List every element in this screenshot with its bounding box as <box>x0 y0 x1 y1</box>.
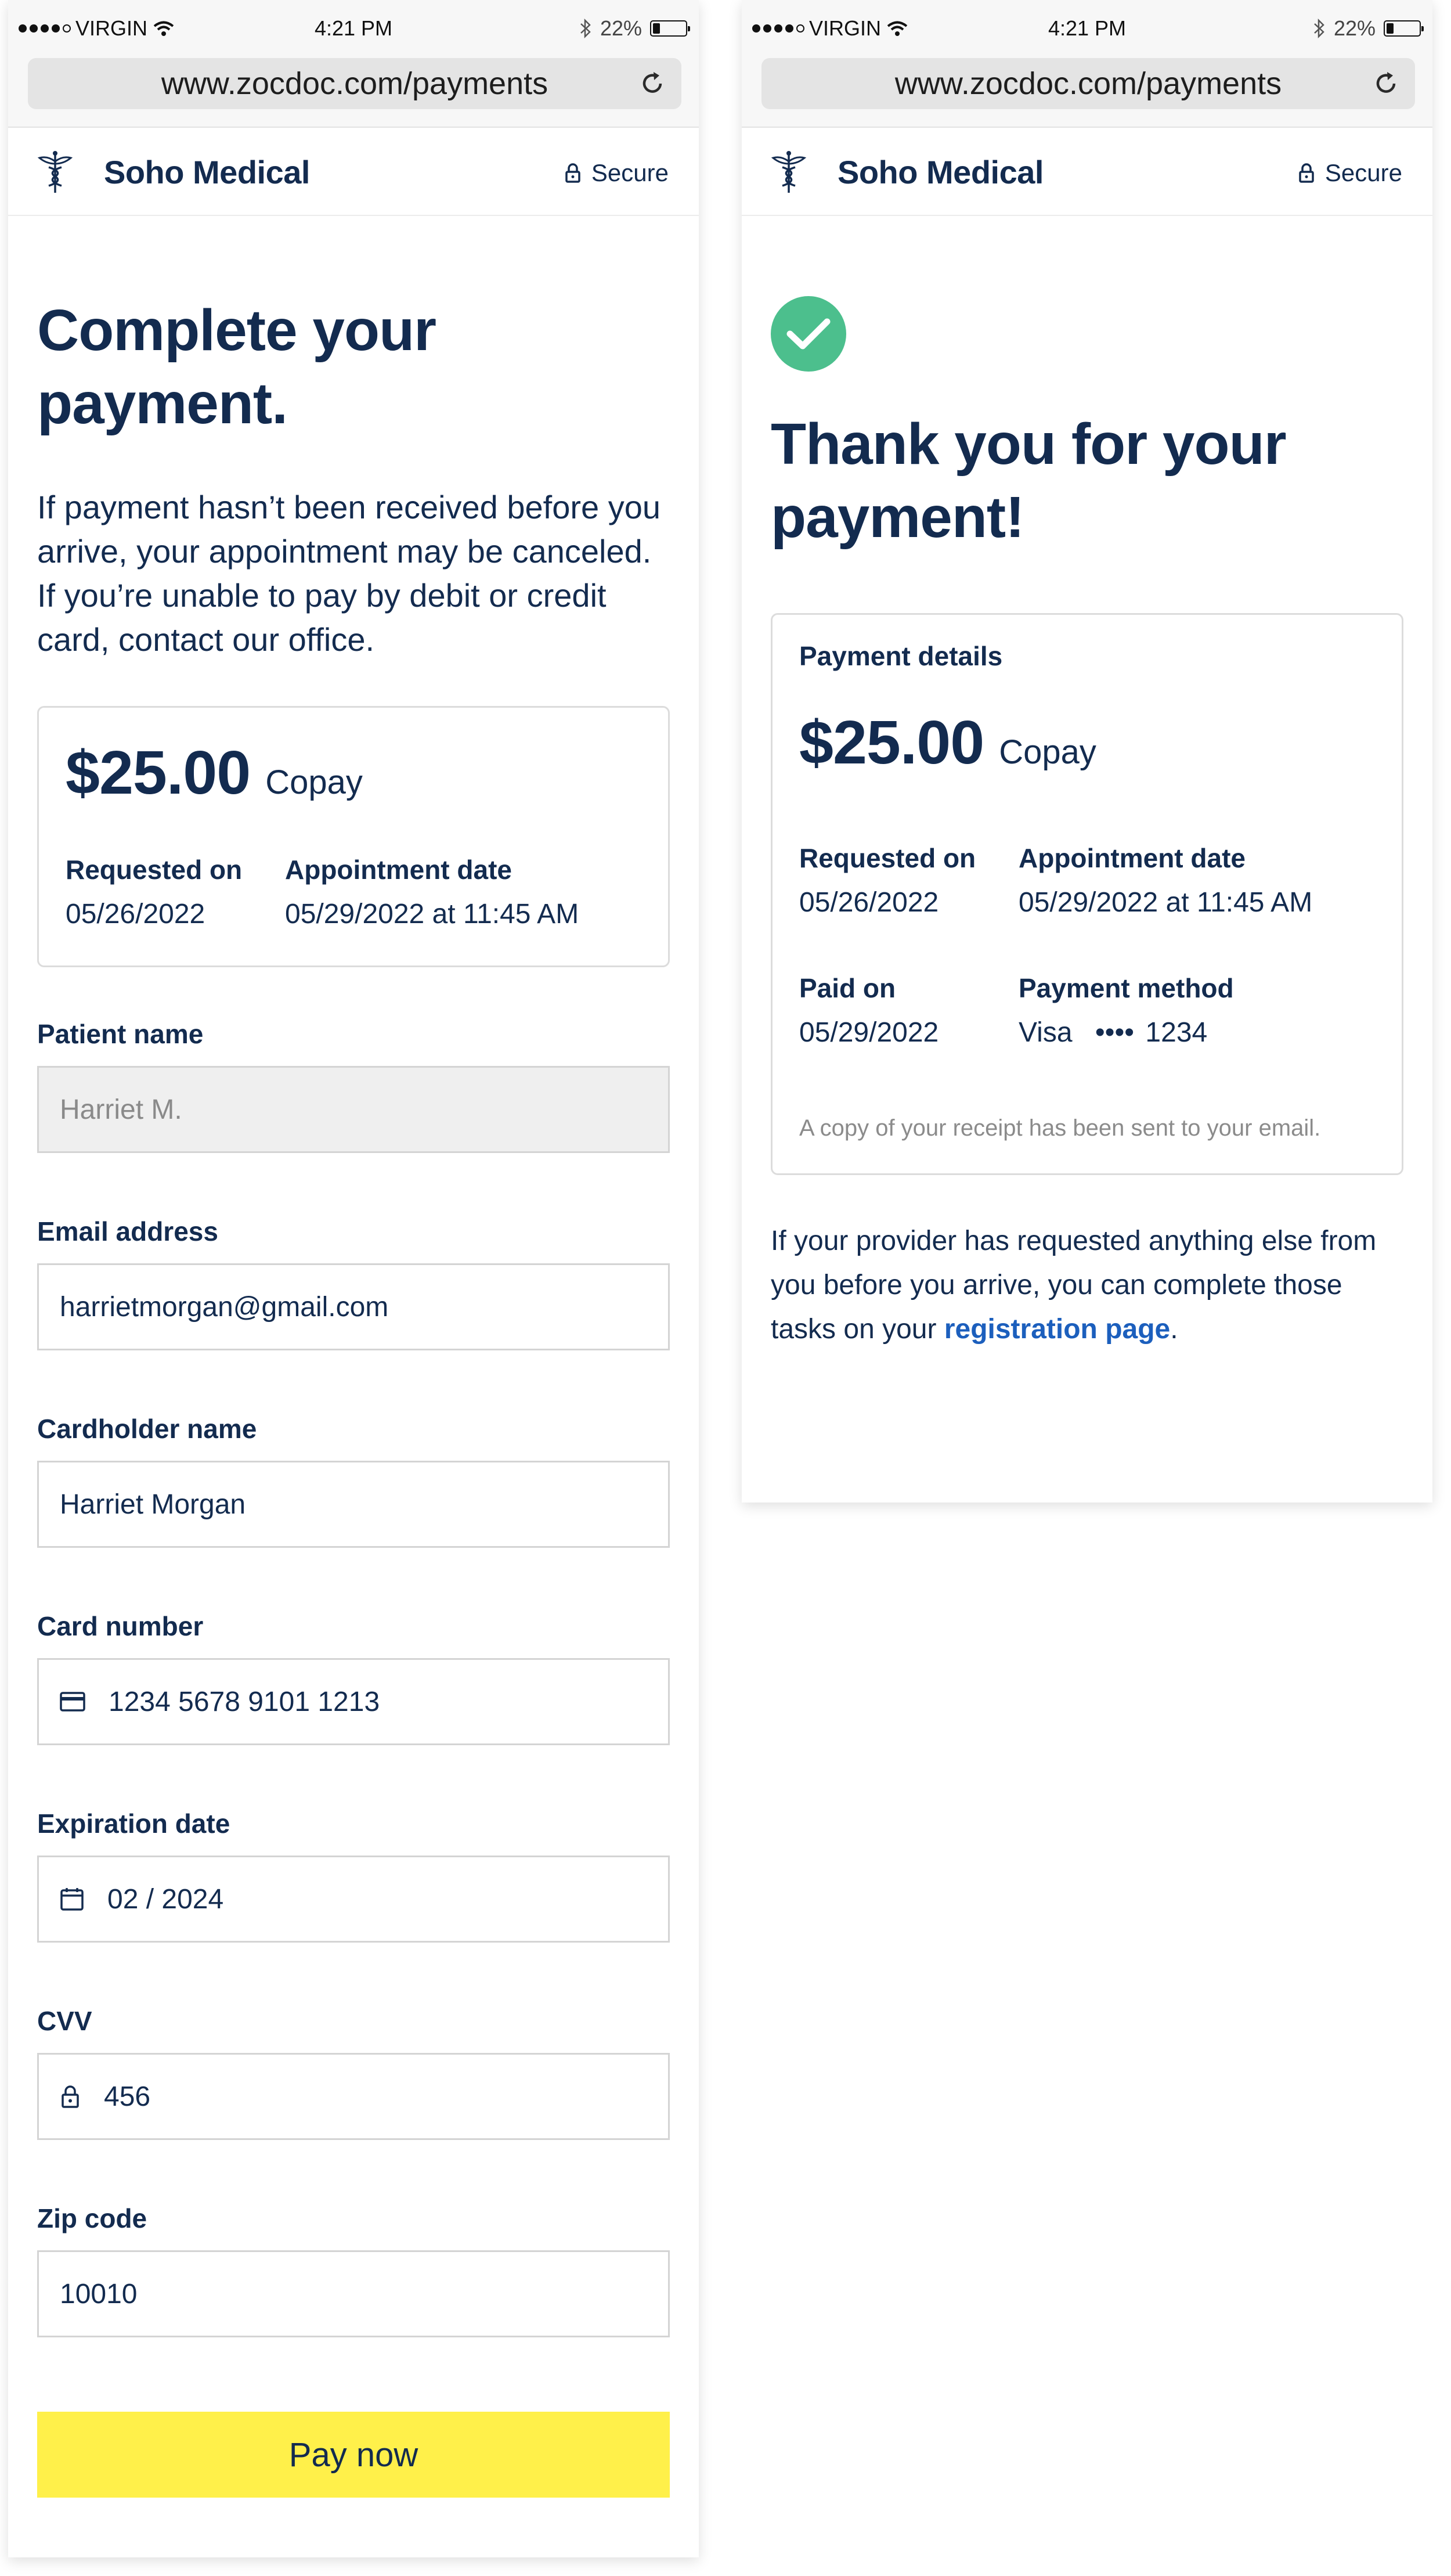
secure-label: Secure <box>1324 159 1402 186</box>
registration-page-link[interactable]: registration page <box>944 1314 1170 1345</box>
card-brand: Visa <box>1019 1017 1073 1048</box>
appointment-date: 05/29/2022 at 11:45 AM <box>285 899 579 929</box>
cvv-value: 456 <box>104 2081 151 2112</box>
requested-label: Requested on <box>799 843 976 873</box>
intro-text: If payment hasn’t been received before y… <box>37 489 661 658</box>
appointment-label: Appointment date <box>285 855 512 885</box>
payment-screen: VIRGIN 4:21 PM 22% www.zocdoc.com/paymen… <box>8 0 699 2557</box>
card-number-field[interactable]: 1234 5678 9101 1213 <box>37 1658 670 1745</box>
patient-name-field: Harriet M. <box>37 1066 670 1153</box>
patient-name-group: Patient name Harriet M. <box>37 1018 670 1153</box>
amount-type: Copay <box>999 733 1096 771</box>
expiration-field[interactable]: 02 / 2024 <box>37 1856 670 1943</box>
expiration-label: Expiration date <box>37 1808 230 1839</box>
lock-icon <box>62 2085 79 2108</box>
email-value: harrietmorgan@gmail.com <box>60 1291 389 1323</box>
patient-name-value: Harriet M. <box>60 1094 182 1125</box>
zip-group: Zip code 10010 <box>37 2203 670 2337</box>
expiration-group: Expiration date 02 / 2024 <box>37 1808 670 1943</box>
brand-name: Soho Medical <box>838 154 1044 190</box>
browser-toolbar: www.zocdoc.com/payments <box>8 58 699 128</box>
secure-label: Secure <box>591 159 669 186</box>
appointment-label: Appointment date <box>1019 843 1246 873</box>
cardholder-label: Cardholder name <box>37 1414 257 1444</box>
pay-now-button[interactable]: Pay now <box>37 2412 670 2498</box>
brand-name: Soho Medical <box>104 154 310 190</box>
requested-date: 05/26/2022 <box>799 887 939 918</box>
app-header: Soho Medical Secure <box>8 128 699 216</box>
cvv-label: CVV <box>37 2006 92 2036</box>
email-label: Email address <box>37 1216 218 1246</box>
success-check-icon <box>771 296 846 372</box>
battery-percent: 22% <box>600 16 642 40</box>
url-bar[interactable]: www.zocdoc.com/payments <box>761 58 1415 109</box>
caduceus-logo-icon <box>37 151 73 193</box>
lock-icon <box>565 163 580 183</box>
battery-icon <box>650 20 690 37</box>
credit-card-icon <box>60 1692 85 1712</box>
amount-paid: $25.00 <box>799 708 984 777</box>
zip-label: Zip code <box>37 2203 147 2233</box>
reload-icon[interactable] <box>638 70 666 98</box>
paid-on-label: Paid on <box>799 973 896 1003</box>
status-bar: VIRGIN 4:21 PM 22% <box>742 0 1432 58</box>
battery-icon <box>1384 20 1424 37</box>
secure-indicator: Secure <box>565 159 669 187</box>
amount-type: Copay <box>265 763 363 801</box>
confirmation-content: Thank you for your payment! Payment deta… <box>742 296 1432 1352</box>
cardholder-group: Cardholder name Harriet Morgan <box>37 1413 670 1548</box>
lock-icon <box>1299 163 1314 183</box>
cardholder-field[interactable]: Harriet Morgan <box>37 1461 670 1548</box>
cvv-field[interactable]: 456 <box>37 2053 670 2140</box>
card-number-value: 1234 5678 9101 1213 <box>109 1686 380 1717</box>
status-bar: VIRGIN 4:21 PM 22% <box>8 0 699 58</box>
reload-icon[interactable] <box>1372 70 1400 98</box>
cvv-group: CVV 456 <box>37 2005 670 2140</box>
url-text: www.zocdoc.com/payments <box>894 66 1282 101</box>
zip-value: 10010 <box>60 2278 138 2310</box>
payment-form: Complete your payment. If payment hasn’t… <box>8 294 699 2498</box>
caduceus-logo-icon <box>771 151 807 193</box>
confirmation-title: Thank you for your payment! <box>771 412 1287 550</box>
email-group: Email address harrietmorgan@gmail.com <box>37 1216 670 1350</box>
url-text: www.zocdoc.com/payments <box>161 66 548 101</box>
requested-label: Requested on <box>66 855 243 885</box>
card-number-group: Card number 1234 5678 9101 1213 <box>37 1611 670 1745</box>
payment-summary-card: $25.00 Copay Requested on 05/26/2022 App… <box>37 706 670 967</box>
payment-details-heading: Payment details <box>799 641 1003 671</box>
patient-name-label: Patient name <box>37 1019 204 1049</box>
card-mask: •••• <box>1095 1017 1135 1048</box>
confirmation-screen: VIRGIN 4:21 PM 22% www.zocdoc.com/paymen… <box>742 0 1432 1503</box>
appointment-date: 05/29/2022 at 11:45 AM <box>1019 887 1313 918</box>
card-last4: 1234 <box>1145 1017 1208 1048</box>
page-title: Complete your payment. <box>37 298 436 436</box>
secure-indicator: Secure <box>1298 159 1402 187</box>
followup-text: If your provider has requested anything … <box>771 1219 1403 1352</box>
followup-period: . <box>1170 1314 1178 1345</box>
paid-on-date: 05/29/2022 <box>799 1017 939 1048</box>
expiration-value: 02 / 2024 <box>107 1883 224 1915</box>
payment-method-label: Payment method <box>1019 973 1234 1003</box>
cardholder-value: Harriet Morgan <box>60 1489 246 1520</box>
email-field[interactable]: harrietmorgan@gmail.com <box>37 1263 670 1350</box>
receipt-note: A copy of your receipt has been sent to … <box>799 1115 1321 1141</box>
app-header: Soho Medical Secure <box>742 128 1432 216</box>
payment-details-card: Payment details $25.00 Copay Requested o… <box>771 613 1403 1175</box>
amount-due: $25.00 <box>66 738 251 807</box>
card-number-label: Card number <box>37 1611 204 1641</box>
battery-percent: 22% <box>1333 16 1376 40</box>
payment-method-value: Visa •••• 1234 <box>1019 1017 1234 1049</box>
bluetooth-icon <box>580 18 591 39</box>
url-bar[interactable]: www.zocdoc.com/payments <box>28 58 681 109</box>
browser-toolbar: www.zocdoc.com/payments <box>742 58 1432 128</box>
bluetooth-icon <box>1314 18 1324 39</box>
calendar-icon <box>60 1888 84 1911</box>
zip-field[interactable]: 10010 <box>37 2250 670 2337</box>
requested-date: 05/26/2022 <box>66 899 205 929</box>
